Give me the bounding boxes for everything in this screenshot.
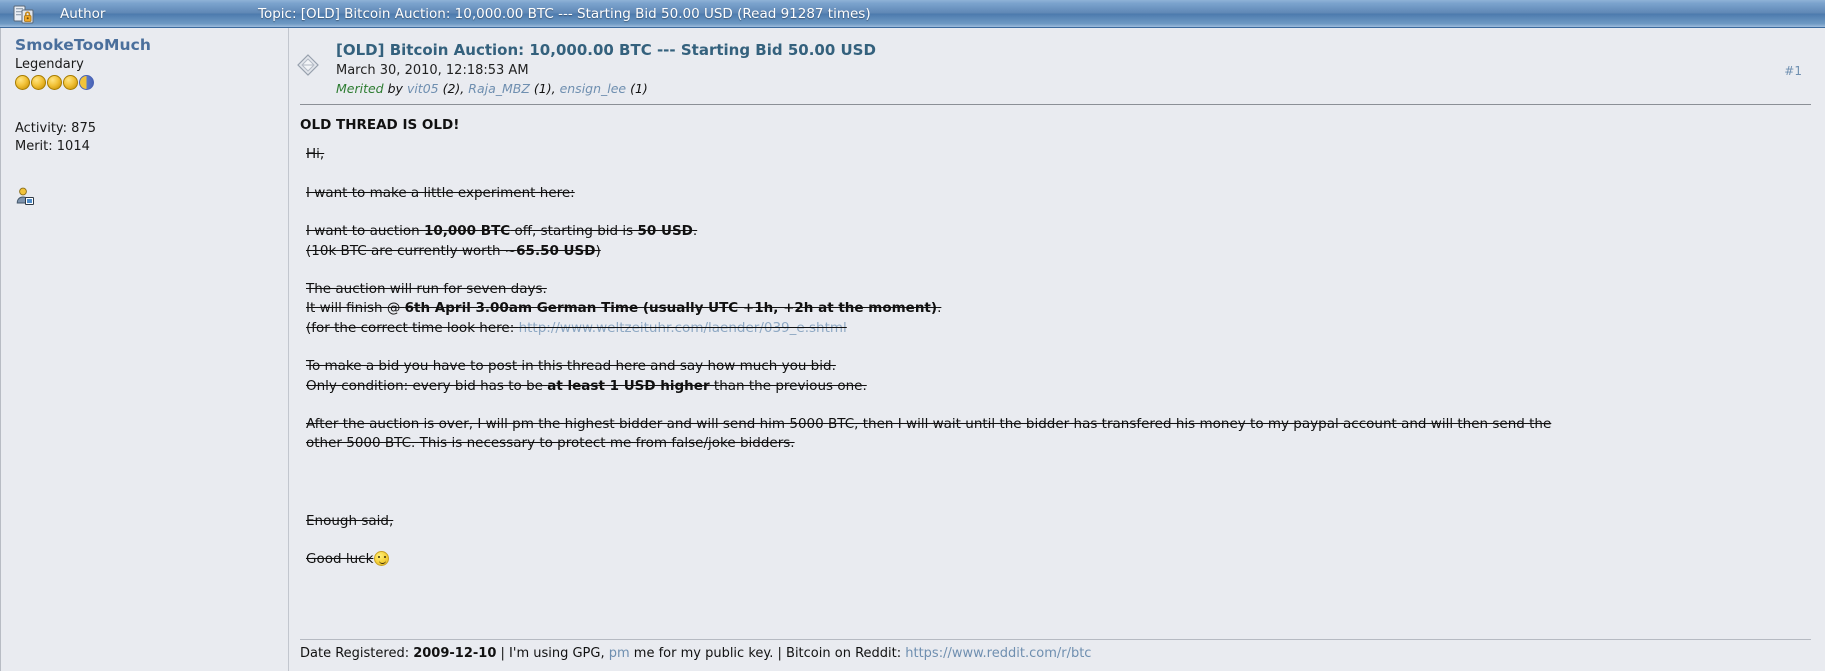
rank-badge-coin bbox=[15, 75, 30, 90]
auction-amount: 10,000 BTC bbox=[423, 223, 511, 240]
condition-text-pre: Only condition: every bid has to be bbox=[306, 377, 548, 394]
post-container: SmokeTooMuch Legendary Activity: 875 Mer… bbox=[0, 28, 1825, 671]
post-line-after-auction-1: After the auction is over, I will pm the… bbox=[306, 416, 1552, 433]
signature-divider bbox=[300, 639, 1811, 640]
post-permalink-number[interactable]: #1 bbox=[1784, 64, 1802, 78]
post-line-auction: I want to auction 10,000 BTC off, starti… bbox=[306, 222, 1812, 241]
poster-action-icons bbox=[15, 186, 288, 210]
signature-separator-2: | bbox=[773, 646, 787, 661]
weltzeituhr-link[interactable]: http://www.weltzeituhr.com/laender/039_e… bbox=[519, 320, 847, 336]
post-line-greeting: Hi, bbox=[306, 146, 325, 163]
post-header: [OLD] Bitcoin Auction: 10,000.00 BTC ---… bbox=[290, 37, 1812, 97]
poster-rank-badges bbox=[15, 75, 288, 90]
post-xx-icon bbox=[296, 53, 319, 76]
worth-text-pre: (10k BTC are currently worth ~ bbox=[306, 242, 517, 259]
date-registered-label: Date Registered: bbox=[300, 646, 414, 661]
auction-text-pre: I want to auction bbox=[306, 223, 424, 240]
rank-badge-coin bbox=[63, 75, 78, 90]
post-line-condition: Only condition: every bid has to be at l… bbox=[306, 377, 1812, 396]
locked-topic-icon bbox=[13, 4, 35, 24]
good-luck-text: Good luck bbox=[306, 551, 374, 568]
user-profile-icon[interactable] bbox=[15, 186, 35, 206]
gpg-text-post: me for my public key. bbox=[629, 646, 774, 661]
merit-source-link[interactable]: vit05 bbox=[407, 81, 439, 96]
post-line-bid-howto: To make a bid you have to post in this t… bbox=[306, 358, 836, 375]
poster-signature: Date Registered: 2009-12-10 | I'm using … bbox=[300, 645, 1091, 663]
merited-label: Merited bbox=[336, 81, 384, 96]
poster-merit: Merit: 1014 bbox=[15, 139, 90, 154]
post-headline: OLD THREAD IS OLD! bbox=[300, 117, 460, 133]
merit-source-count: (1) bbox=[626, 81, 648, 96]
poster-stats: Activity: 875 Merit: 1014 bbox=[15, 120, 288, 156]
pm-link[interactable]: pm bbox=[609, 646, 630, 661]
post-subject-link[interactable]: [OLD] Bitcoin Auction: 10,000.00 BTC ---… bbox=[336, 37, 1812, 61]
gpg-text-pre: I'm using GPG, bbox=[509, 646, 609, 661]
post-merit-line: Merited by vit05 (2), Raja_MBZ (1), ensi… bbox=[336, 80, 1812, 97]
reddit-link[interactable]: https://www.reddit.com/r/btc bbox=[905, 646, 1091, 661]
finish-time-bold: 6th April 3.00am German Time (usually UT… bbox=[404, 300, 938, 317]
reddit-label: Bitcoin on Reddit: bbox=[786, 646, 906, 661]
rank-badge-coin bbox=[31, 75, 46, 90]
merit-sources: vit05 (2), Raja_MBZ (1), ensign_lee (1) bbox=[407, 81, 648, 96]
post-column: [OLD] Bitcoin Auction: 10,000.00 BTC ---… bbox=[290, 28, 1825, 671]
rank-badge-coin bbox=[47, 75, 62, 90]
smiley-wink-icon bbox=[374, 551, 390, 567]
spacer-large bbox=[300, 454, 1812, 512]
post-date: March 30, 2010, 12:18:53 AM bbox=[336, 63, 529, 78]
post-line-enough-said: Enough said, bbox=[306, 512, 394, 529]
rank-badge-coin-half bbox=[79, 75, 94, 90]
merited-by-label: by bbox=[387, 81, 403, 96]
post-line-timelink: (for the correct time look here: http://… bbox=[306, 319, 1812, 338]
worth-value: 65.50 USD bbox=[516, 242, 596, 259]
merit-source-count: (2), bbox=[438, 81, 469, 96]
poster-username[interactable]: SmokeTooMuch bbox=[15, 36, 288, 55]
topic-title-header: Topic: [OLD] Bitcoin Auction: 10,000.00 … bbox=[258, 6, 871, 22]
worth-text-post: ) bbox=[595, 242, 601, 259]
post-number-link[interactable]: #1 bbox=[1784, 64, 1802, 78]
author-column-header: Author bbox=[60, 6, 106, 22]
post-line-worth: (10k BTC are currently worth ~65.50 USD) bbox=[306, 242, 1812, 261]
auction-starting-bid: 50 USD bbox=[637, 223, 693, 240]
poster-rank: Legendary bbox=[15, 57, 84, 72]
post-line-after-auction-2: other 5000 BTC. This is necessary to pro… bbox=[306, 435, 795, 452]
post-line-experiment: I want to make a little experiment here: bbox=[306, 184, 575, 201]
forum-column-header-bar: Author Topic: [OLD] Bitcoin Auction: 10,… bbox=[0, 0, 1825, 28]
post-line-rundays: The auction will run for seven days. bbox=[306, 281, 547, 298]
finish-text-pre: It will finish @ bbox=[306, 300, 405, 317]
post-line-good-luck: Good luck bbox=[306, 550, 1812, 569]
merit-source-count: (1), bbox=[529, 81, 560, 96]
post-body: OLD THREAD IS OLD! Hi, I want to make a … bbox=[300, 105, 1812, 570]
auction-text-post: . bbox=[692, 223, 698, 240]
auction-text-mid: off, starting bid is bbox=[510, 223, 638, 240]
post-line-finish: It will finish @ 6th April 3.00am German… bbox=[306, 299, 1812, 318]
date-registered-value: 2009-12-10 bbox=[413, 646, 497, 661]
poster-info-column: SmokeTooMuch Legendary Activity: 875 Mer… bbox=[1, 28, 289, 671]
merit-source-link[interactable]: Raja_MBZ bbox=[468, 81, 530, 96]
poster-activity: Activity: 875 bbox=[15, 121, 96, 136]
finish-text-post: . bbox=[937, 300, 942, 317]
signature-separator-1: | bbox=[496, 646, 510, 661]
merit-source-link[interactable]: ensign_lee bbox=[560, 81, 627, 96]
timelink-text-pre: (for the correct time look here: bbox=[306, 319, 519, 336]
condition-text-post: than the previous one. bbox=[709, 377, 867, 394]
condition-bold: at least 1 USD higher bbox=[547, 377, 710, 394]
